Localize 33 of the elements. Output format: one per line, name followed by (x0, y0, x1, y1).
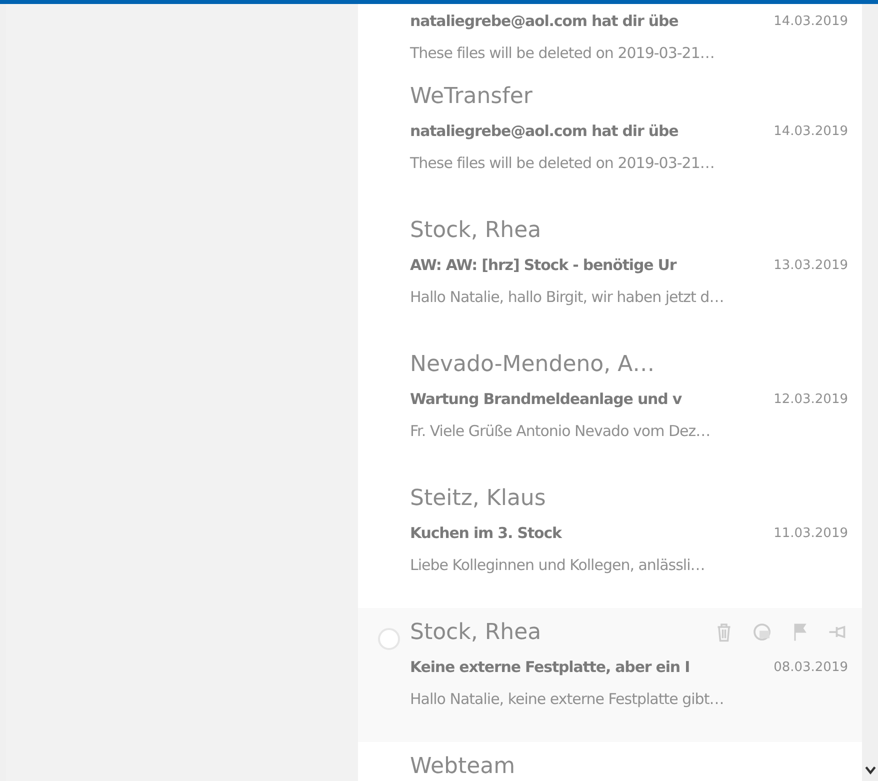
sender-name: WeTransfer (410, 84, 532, 108)
message-item[interactable]: Steitz, Klaus Kuchen im 3. Stock 11.03.2019 Liebe Kolleginnen und Kollegen, anlässli… (358, 474, 862, 608)
subject-text: AW: AW: [hrz] Stock - benötige Ur (410, 256, 676, 274)
date-text: 13.03.2019 (774, 258, 848, 272)
sender-name: Nevado-Mendeno, A… (410, 352, 655, 376)
message-item[interactable]: Webteam (358, 742, 862, 781)
preview-text: Fr. Viele Grüße Antonio Nevado vom Dez… (410, 421, 712, 442)
subject-text: nataliegrebe@aol.com hat dir übe (410, 122, 678, 140)
subject-text: Kuchen im 3. Stock (410, 524, 562, 542)
message-item[interactable]: Stock, Rhea Keine externe Festplatte, aber ein I 08.03.2019 Hallo Natalie, keine externe Festplatte gibt… (358, 608, 862, 742)
preview-text: These files will be deleted on 2019-03-21… (410, 153, 716, 174)
select-checkbox[interactable] (378, 628, 400, 650)
message-item[interactable]: WeTransfer nataliegrebe@aol.com hat dir übe 14.03.2019 These files will be deleted on 2019-03-21… (358, 72, 862, 206)
sender-name: Stock, Rhea (410, 218, 542, 242)
preview-text: Hallo Natalie, keine externe Festplatte gibt… (410, 689, 725, 710)
date-text: 14.03.2019 (774, 124, 848, 138)
subject-text: nataliegrebe@aol.com hat dir übe (410, 12, 678, 30)
subject-text: Wartung Brandmeldeanlage und v (410, 390, 682, 408)
sender-name: Webteam (410, 754, 516, 778)
message-item[interactable]: nataliegrebe@aol.com hat dir übe 14.03.2019 These files will be deleted on 2019-03-21… (358, 4, 862, 72)
date-text: 14.03.2019 (774, 14, 848, 28)
message-item[interactable]: Nevado-Mendeno, A… Wartung Brandmeldeanlage und v 12.03.2019 Fr. Viele Grüße Antonio Nevado vom Dez… (358, 340, 862, 474)
date-text: 11.03.2019 (774, 526, 848, 540)
sender-name: Stock, Rhea (410, 620, 542, 644)
preview-text: Liebe Kolleginnen und Kollegen, anlässli… (410, 555, 706, 576)
preview-text: These files will be deleted on 2019-03-21… (410, 43, 716, 64)
message-item[interactable]: Stock, Rhea AW: AW: [hrz] Stock - benötige Ur 13.03.2019 Hallo Natalie, hallo Birgit, wir haben jetzt d… (358, 206, 862, 340)
subject-text: Keine externe Festplatte, aber ein I (410, 658, 690, 676)
date-text: 12.03.2019 (774, 392, 848, 406)
date-text: 08.03.2019 (774, 660, 848, 674)
chevron-down-icon[interactable] (865, 766, 876, 775)
preview-text: Hallo Natalie, hallo Birgit, wir haben jetzt d… (410, 287, 725, 308)
sender-name: Steitz, Klaus (410, 486, 546, 510)
